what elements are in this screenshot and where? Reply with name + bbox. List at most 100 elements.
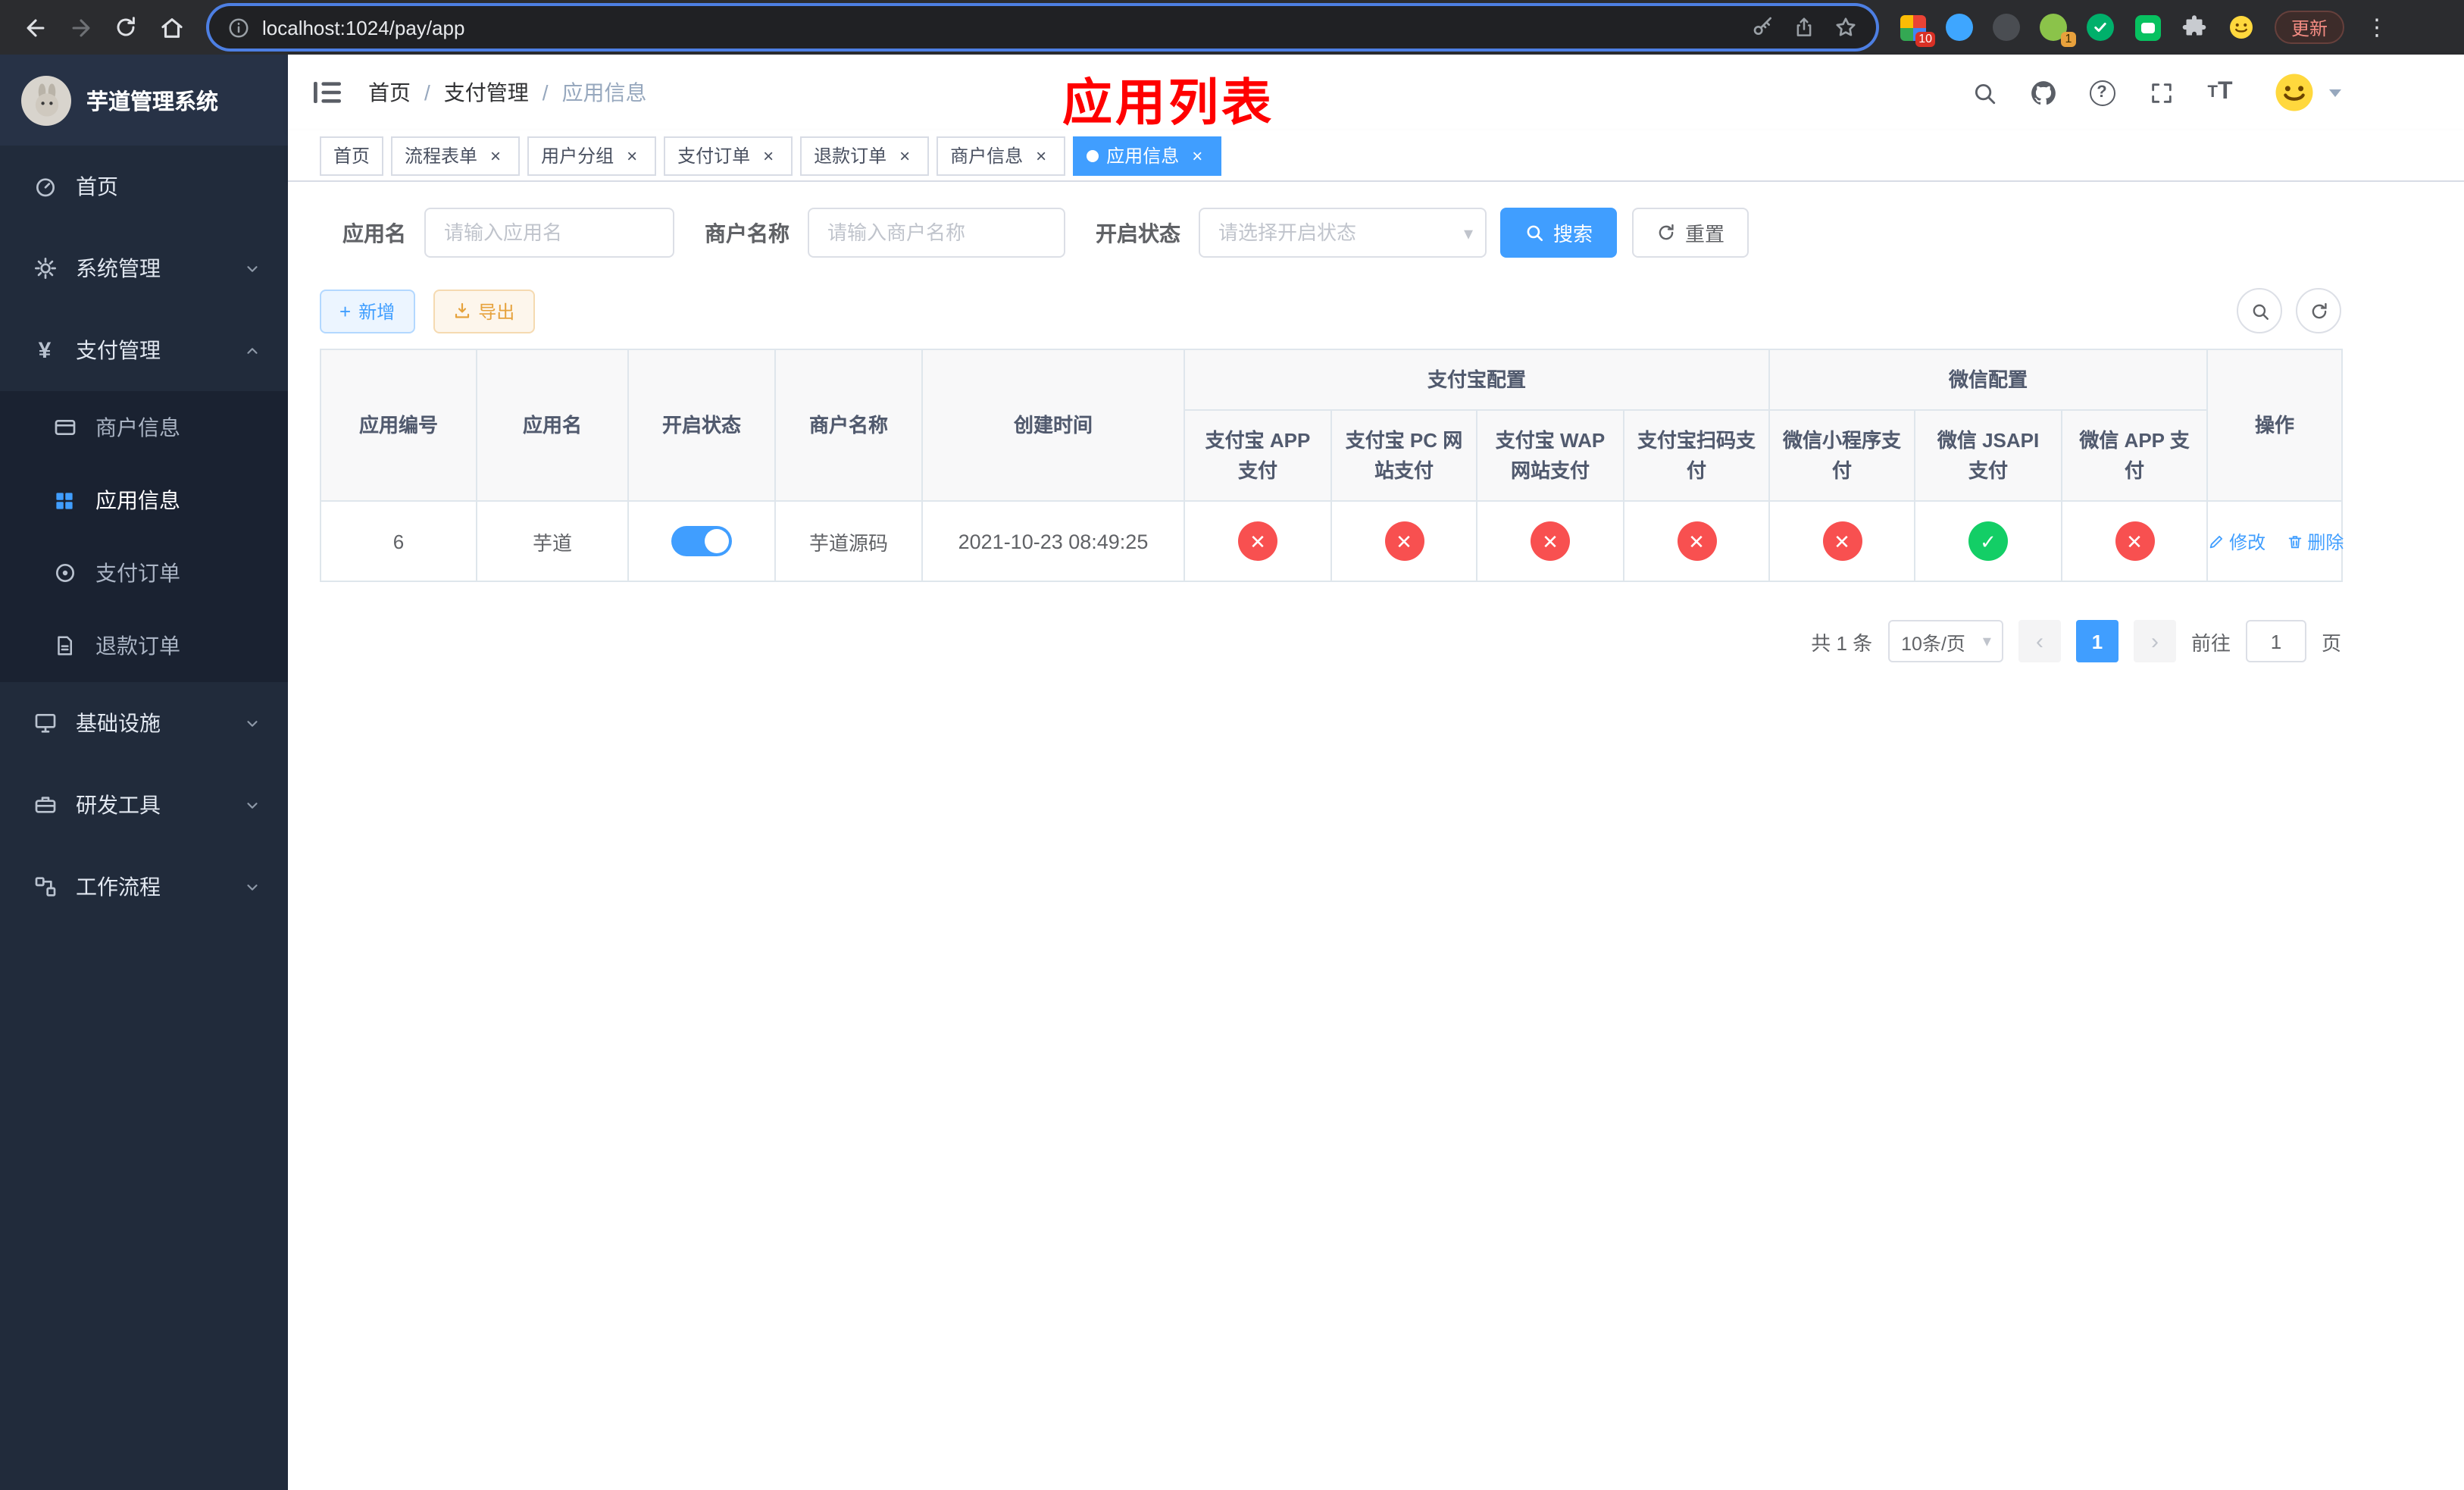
browser-back-button[interactable] [12,5,58,50]
tab-app-info[interactable]: 应用信息 × [1073,136,1222,175]
page-number-1[interactable]: 1 [2075,620,2118,662]
status-toggle[interactable] [671,526,732,556]
tags-view: 首页 流程表单 × 用户分组 × 支付订单 × 退款订单 × 商户信息 × 应用… [288,130,2464,182]
reset-button[interactable]: 重置 [1632,208,1750,258]
refresh-table-button[interactable] [2296,288,2341,333]
status-label: 开启状态 [1096,221,1180,245]
github-icon[interactable] [2026,76,2059,109]
app-table: 应用编号 应用名 开启状态 商户名称 创建时间 支付宝配置 微信配置 操作 支付… [320,349,2344,582]
cell-actions: 修改 删除 [2206,500,2344,582]
chevron-down-icon [244,797,261,813]
sidebar-item-payment[interactable]: ¥ 支付管理 [0,309,288,391]
site-info-icon[interactable] [227,16,250,39]
status-select[interactable]: ▾ [1199,208,1487,258]
breadcrumb-separator: / [424,80,430,105]
extension-check-icon[interactable] [2085,12,2115,42]
close-icon[interactable]: × [485,145,506,166]
page-size-select[interactable]: 10条/页 ▾ [1887,620,2003,662]
extension-drop-icon[interactable] [1944,12,1975,42]
sidebar-item-home[interactable]: 首页 [0,146,288,227]
extension-avatar-icon[interactable]: 1 [2038,12,2076,47]
sidebar-item-merchant-info[interactable]: 商户信息 [0,391,288,464]
search-button[interactable]: 搜索 [1500,208,1618,258]
delete-link[interactable]: 删除 [2286,528,2344,554]
sidebar-logo: 芋道管理系统 [0,55,288,146]
breadcrumb-section[interactable]: 支付管理 [444,77,529,108]
tab-user-group[interactable]: 用户分组 × [527,136,657,175]
chevron-down-icon [244,260,261,277]
close-icon[interactable]: × [758,145,779,166]
extensions-puzzle-icon[interactable] [2179,12,2209,42]
tab-home[interactable]: 首页 [320,136,384,175]
sidebar-item-app-info[interactable]: 应用信息 [0,464,288,537]
close-icon[interactable]: × [894,145,915,166]
table-toolbar: + 新增 导出 [320,288,2341,333]
export-button[interactable]: 导出 [433,289,535,333]
browser-forward-button[interactable] [58,5,103,50]
merchant-name-input[interactable] [808,208,1065,258]
wechat-jsapi-pay-status-icon: ✓ [1968,521,2009,561]
search-form: 应用名 商户名称 开启状态 ▾ 搜索 重置 [320,208,2341,258]
extension-emoji-icon[interactable] [2226,12,2256,42]
col-create-time: 创建时间 [921,349,1185,502]
extension-dark-icon[interactable] [1991,12,2022,42]
breadcrumb-home[interactable]: 首页 [368,77,411,108]
pagination: 共 1 条 10条/页 ▾ ‹ 1 › 前往 页 [320,620,2341,662]
address-bar[interactable]: localhost:1024/pay/app [209,6,1876,49]
sidebar-item-system[interactable]: 系统管理 [0,227,288,309]
sidebar-item-workflow[interactable]: 工作流程 [0,846,288,928]
app-name-input[interactable] [424,208,674,258]
close-icon[interactable]: × [621,145,643,166]
help-icon[interactable]: ? [2085,76,2118,109]
add-button[interactable]: + 新增 [320,289,415,333]
tab-process-form[interactable]: 流程表单 × [391,136,521,175]
chevron-down-icon [244,715,261,731]
header-search-icon[interactable] [1967,76,2000,109]
alipay-app-pay-status-icon: ✕ [1238,521,1277,561]
fullscreen-icon[interactable] [2144,76,2178,109]
breadcrumb-separator: / [542,80,549,105]
user-avatar-menu[interactable] [2272,70,2341,115]
sidebar-item-pay-order[interactable]: 支付订单 [0,537,288,609]
col-alipay-pc: 支付宝 PC 网站支付 [1330,409,1477,502]
avatar [2272,70,2317,115]
browser-menu-icon[interactable]: ⋮ [2359,14,2394,41]
browser-update-button[interactable]: 更新 [2275,11,2345,44]
edit-link[interactable]: 修改 [2208,528,2265,554]
extension-grid-icon[interactable]: 10 [1897,12,1935,47]
tab-pay-order[interactable]: 支付订单 × [664,136,793,175]
page-unit-label: 页 [2321,631,2341,654]
tab-refund-order[interactable]: 退款订单 × [800,136,930,175]
tab-merchant-info[interactable]: 商户信息 × [937,136,1066,175]
active-dot [1087,149,1099,161]
status-select-input[interactable] [1199,208,1487,258]
next-page-button[interactable]: › [2133,620,2176,662]
prev-page-button[interactable]: ‹ [2018,620,2061,662]
browser-reload-button[interactable] [103,5,149,50]
col-alipay-wap: 支付宝 WAP 网站支付 [1476,409,1624,502]
close-icon[interactable]: × [1187,145,1208,166]
workflow-icon [32,874,58,900]
browser-home-button[interactable] [149,5,194,50]
sidebar-item-devtools[interactable]: 研发工具 [0,764,288,846]
sidebar-collapse-button[interactable] [311,76,344,109]
password-key-icon[interactable] [1750,15,1775,39]
sidebar-item-refund-order[interactable]: 退款订单 [0,609,288,682]
share-icon[interactable] [1793,15,1815,39]
bookmark-star-icon[interactable] [1834,15,1858,39]
extension-chat-icon[interactable] [2132,12,2162,42]
gear-icon [32,255,58,281]
goto-page-input[interactable] [2245,620,2306,662]
sidebar: 芋道管理系统 首页 系统管理 ¥ 支付管理 商户信息 应用信息 支付订单 退款订… [0,55,288,1490]
close-icon[interactable]: × [1030,145,1052,166]
sidebar-item-infra[interactable]: 基础设施 [0,682,288,764]
toggle-search-button[interactable] [2237,288,2282,333]
url-text: localhost:1024/pay/app [262,16,465,39]
font-size-icon[interactable]: TT [2203,76,2237,109]
reload-icon [117,17,135,36]
search-icon [2252,303,2268,319]
target-circle-icon [52,560,77,586]
credit-card-icon [52,415,77,440]
screen: localhost:1024/pay/app 10 1 更新 ⋮ 芋道管理系统 … [0,0,2464,1490]
cell-app-name: 芋道 [476,500,629,582]
